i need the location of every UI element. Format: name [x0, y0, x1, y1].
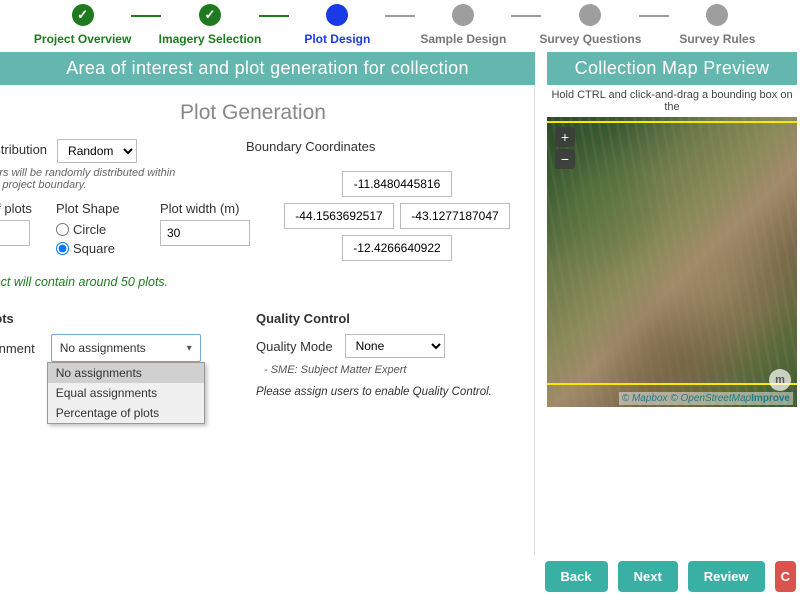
- map-boundary-line: [547, 121, 797, 123]
- qc-header: Quality Control: [256, 311, 492, 326]
- map-boundary-line: [547, 383, 797, 385]
- coord-west-input[interactable]: [284, 203, 394, 229]
- attr-mapbox[interactable]: © Mapbox: [622, 393, 668, 404]
- step-connector: [639, 15, 669, 17]
- assignment-select[interactable]: No assignments: [51, 334, 201, 362]
- qc-mode-select[interactable]: None: [345, 334, 445, 358]
- panel-title: Collection Map Preview: [547, 52, 797, 85]
- assignment-label: signment: [0, 341, 35, 356]
- pending-step-icon: [706, 4, 728, 26]
- plot-width-label: Plot width (m): [160, 201, 260, 216]
- review-button[interactable]: Review: [688, 561, 765, 592]
- coord-south-input[interactable]: [342, 235, 452, 261]
- map-preview-panel: Collection Map Preview Hold CTRL and cli…: [547, 52, 797, 555]
- step-imagery-selection[interactable]: Imagery Selection: [159, 4, 262, 46]
- distribution-label: Distribution: [0, 142, 47, 157]
- step-connector: [259, 15, 289, 17]
- assign-plots-header: Plots: [0, 311, 222, 326]
- qc-sme-hint: - SME: Subject Matter Expert: [264, 364, 492, 376]
- boundary-coords: [284, 171, 510, 261]
- attr-improve[interactable]: Improve: [751, 393, 790, 404]
- coord-north-input[interactable]: [342, 171, 452, 197]
- coord-east-input[interactable]: [400, 203, 510, 229]
- shape-circle-radio[interactable]: Circle: [56, 222, 136, 237]
- step-survey-rules[interactable]: Survey Rules: [667, 4, 767, 46]
- step-connector: [511, 15, 541, 17]
- qc-assign-hint: Please assign users to enable Quality Co…: [256, 386, 492, 398]
- step-survey-questions[interactable]: Survey Questions: [539, 4, 641, 46]
- step-plot-design[interactable]: Plot Design: [287, 4, 387, 46]
- step-label: Project Overview: [34, 32, 131, 46]
- cancel-button[interactable]: C: [775, 561, 796, 592]
- boundary-label: Boundary Coordinates: [246, 139, 375, 154]
- shape-square-radio[interactable]: Square: [56, 241, 136, 256]
- stepper: Project Overview Imagery Selection Plot …: [0, 0, 800, 52]
- step-label: Imagery Selection: [159, 32, 262, 46]
- step-label: Plot Design: [304, 32, 370, 46]
- plot-width-input[interactable]: [160, 220, 250, 246]
- step-label: Survey Rules: [679, 32, 755, 46]
- assignment-option[interactable]: Percentage of plots: [48, 403, 204, 423]
- step-connector: [131, 15, 161, 17]
- footer-buttons: Back Next Review C: [545, 561, 796, 592]
- step-label: Sample Design: [420, 32, 506, 46]
- map-hint: Hold CTRL and click-and-drag a bounding …: [547, 85, 797, 117]
- step-project-overview[interactable]: Project Overview: [33, 4, 133, 46]
- pending-step-icon: [579, 4, 601, 26]
- pending-step-icon: [452, 4, 474, 26]
- panel-title: Area of interest and plot generation for…: [0, 52, 535, 85]
- map-canvas[interactable]: + − m © Mapbox © OpenStreetMapImprove: [547, 117, 797, 407]
- attr-osm[interactable]: © OpenStreetMap: [670, 393, 751, 404]
- step-label: Survey Questions: [539, 32, 641, 46]
- check-icon: [199, 4, 221, 26]
- zoom-out-button[interactable]: −: [555, 149, 575, 169]
- num-plots-label: r of plots: [0, 201, 32, 216]
- map-zoom-controls: + −: [555, 127, 575, 171]
- distribution-select[interactable]: Random: [57, 139, 137, 163]
- assignment-option[interactable]: Equal assignments: [48, 383, 204, 403]
- mapbox-logo-icon: m: [769, 369, 791, 391]
- back-button[interactable]: Back: [545, 561, 608, 592]
- assignment-dropdown-list: No assignments Equal assignments Percent…: [47, 362, 205, 424]
- next-button[interactable]: Next: [618, 561, 678, 592]
- section-title: Plot Generation: [0, 101, 524, 125]
- assignment-option[interactable]: No assignments: [48, 363, 204, 383]
- distribution-hint: nters will be randomly distributed withi…: [0, 167, 182, 191]
- qc-mode-label: Quality Mode: [256, 339, 333, 354]
- zoom-in-button[interactable]: +: [555, 127, 575, 147]
- plot-shape-label: Plot Shape: [56, 201, 136, 216]
- active-step-icon: [326, 4, 348, 26]
- check-icon: [72, 4, 94, 26]
- plot-design-panel: Area of interest and plot generation for…: [0, 52, 535, 555]
- plot-estimate: oject will contain around 50 plots.: [0, 275, 524, 289]
- step-sample-design[interactable]: Sample Design: [413, 4, 513, 46]
- step-connector: [385, 15, 415, 17]
- map-attribution: © Mapbox © OpenStreetMapImprove: [619, 392, 793, 405]
- num-plots-input[interactable]: [0, 220, 30, 246]
